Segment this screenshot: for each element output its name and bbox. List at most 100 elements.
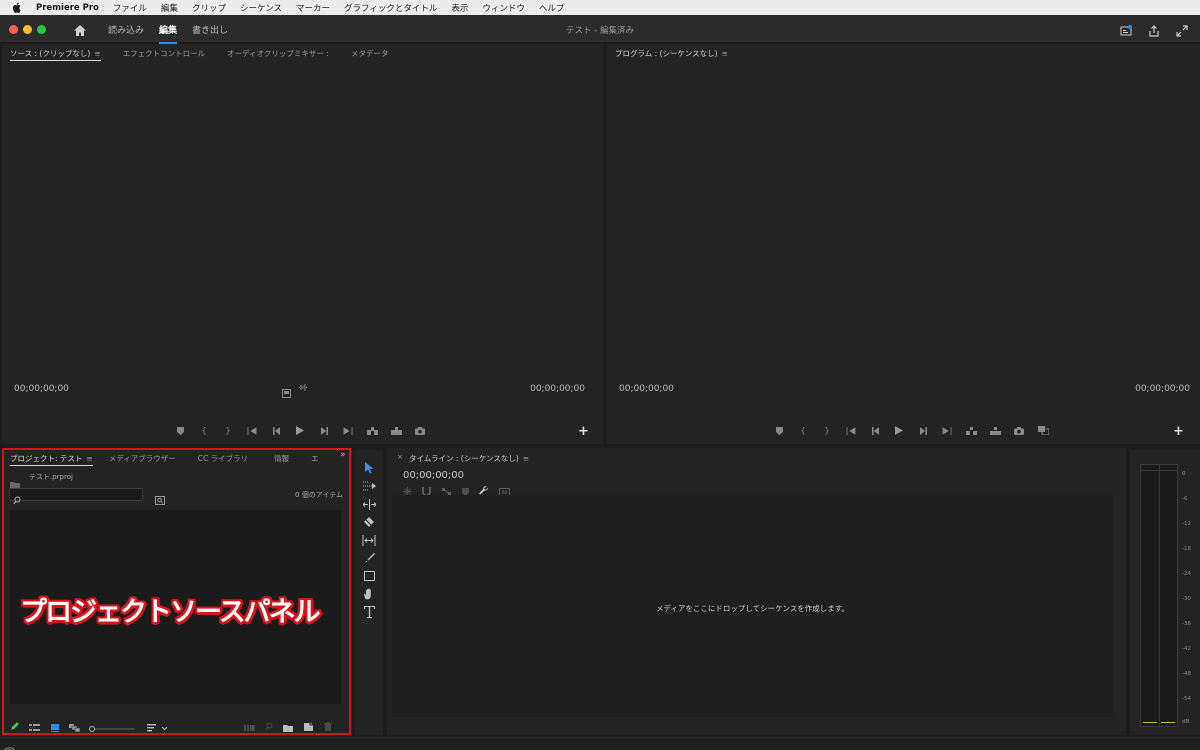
step-forward-icon[interactable] bbox=[312, 426, 336, 435]
go-to-in-icon[interactable] bbox=[839, 426, 863, 435]
type-tool-icon[interactable] bbox=[362, 605, 376, 619]
compare-view-icon[interactable] bbox=[1031, 426, 1055, 435]
export-frame-icon[interactable] bbox=[408, 426, 432, 435]
meter-level-right bbox=[1161, 722, 1175, 723]
audio-meter bbox=[1140, 464, 1178, 727]
ripple-edit-tool-icon[interactable] bbox=[362, 497, 376, 511]
annotation-label: プロジェクトソースパネル bbox=[20, 597, 321, 628]
panel-menu-icon[interactable]: ≡ bbox=[94, 49, 100, 58]
meter-scale-0: 0 bbox=[1182, 471, 1186, 477]
add-marker-icon[interactable] bbox=[168, 426, 192, 435]
tab-program[interactable]: プログラム : (シーケンスなし) ≡ bbox=[615, 48, 728, 60]
program-timecode-current[interactable]: 00;00;00;00 bbox=[619, 384, 674, 394]
list-view-icon[interactable] bbox=[29, 717, 40, 736]
step-back-icon[interactable] bbox=[264, 426, 288, 435]
meter-clip-indicator[interactable] bbox=[1141, 465, 1177, 471]
tab-metadata[interactable]: メタデータ bbox=[351, 48, 389, 60]
item-count: 0 個のアイテム bbox=[295, 491, 343, 499]
zoom-slider[interactable] bbox=[89, 718, 137, 737]
timeline-timecode[interactable]: 00;00;00;00 bbox=[403, 470, 464, 481]
menu-clip[interactable]: クリップ bbox=[192, 2, 226, 14]
rectangle-tool-icon[interactable] bbox=[362, 569, 376, 583]
mark-out-icon[interactable]: } bbox=[216, 426, 240, 435]
icon-view-icon[interactable] bbox=[51, 717, 59, 736]
project-search-input[interactable] bbox=[9, 488, 143, 505]
extract-icon[interactable] bbox=[983, 426, 1007, 435]
tab-audio-clip-mixer[interactable]: オーディオクリップミキサー : bbox=[227, 48, 329, 60]
step-forward-icon[interactable] bbox=[911, 426, 935, 435]
drag-video-icon[interactable] bbox=[282, 383, 291, 402]
new-item-icon[interactable] bbox=[304, 716, 313, 735]
menu-file[interactable]: ファイル bbox=[113, 2, 147, 14]
meter-scale-48: -48 bbox=[1182, 671, 1191, 677]
pen-tool-icon[interactable] bbox=[362, 551, 376, 565]
tab-info[interactable]: 情報 bbox=[274, 453, 289, 465]
source-monitor-panel: ソース : (クリップなし) ≡ エフェクトコントロール オーディオクリップミキサ… bbox=[2, 44, 603, 444]
export-frame-icon[interactable] bbox=[1007, 426, 1031, 435]
tab-project[interactable]: プロジェクト: テスト ≡ bbox=[10, 453, 93, 466]
source-tabs: ソース : (クリップなし) ≡ エフェクトコントロール オーディオクリップミキサ… bbox=[2, 46, 402, 62]
menu-premiere-pro[interactable]: Premiere Pro bbox=[36, 3, 99, 13]
add-marker-icon[interactable] bbox=[767, 426, 791, 435]
menu-graphics[interactable]: グラフィックとタイトル bbox=[344, 2, 437, 14]
menu-view[interactable]: 表示 bbox=[451, 2, 468, 14]
meter-divider bbox=[1159, 465, 1160, 726]
tab-timeline[interactable]: タイムライン : (シーケンスなし) ≡ bbox=[409, 453, 529, 465]
search-icon bbox=[13, 490, 21, 509]
status-bar bbox=[0, 737, 1200, 750]
new-bin-icon[interactable] bbox=[283, 717, 293, 736]
program-transport: { } bbox=[767, 426, 1055, 435]
lift-icon[interactable] bbox=[959, 426, 983, 435]
insert-icon[interactable] bbox=[360, 426, 384, 435]
drag-audio-icon[interactable] bbox=[298, 383, 308, 394]
menu-window[interactable]: ウィンドウ bbox=[482, 2, 525, 14]
freeform-view-icon[interactable] bbox=[69, 717, 81, 736]
source-button-editor-icon[interactable]: + bbox=[578, 424, 589, 439]
tab-source[interactable]: ソース : (クリップなし) ≡ bbox=[10, 48, 101, 61]
menu-help[interactable]: ヘルプ bbox=[539, 2, 565, 14]
play-icon[interactable] bbox=[288, 426, 312, 435]
program-monitor-panel: プログラム : (シーケンスなし) ≡ 00;00;00;00 00;00;00;… bbox=[607, 44, 1200, 444]
new-search-bin-icon[interactable] bbox=[155, 490, 165, 509]
quick-export-icon[interactable] bbox=[1120, 22, 1132, 41]
meter-scale-12: -12 bbox=[1182, 521, 1191, 527]
fullscreen-icon[interactable] bbox=[1176, 22, 1188, 41]
sort-icon[interactable] bbox=[147, 717, 169, 736]
tab-effect-controls[interactable]: エフェクトコントロール bbox=[123, 48, 206, 60]
slip-tool-icon[interactable] bbox=[362, 533, 376, 547]
go-to-out-icon[interactable] bbox=[336, 426, 360, 435]
panel-menu-icon[interactable]: ≡ bbox=[523, 454, 529, 463]
share-icon[interactable] bbox=[1148, 22, 1160, 41]
track-select-tool-icon[interactable] bbox=[362, 479, 376, 493]
go-to-out-icon[interactable] bbox=[935, 426, 959, 435]
more-tabs-icon[interactable]: » bbox=[340, 450, 346, 460]
play-icon[interactable] bbox=[887, 426, 911, 435]
overwrite-icon[interactable] bbox=[384, 426, 408, 435]
mark-out-icon[interactable]: } bbox=[815, 426, 839, 435]
meter-scale-24: -24 bbox=[1182, 571, 1191, 577]
panel-menu-icon[interactable]: ≡ bbox=[86, 454, 92, 463]
menu-edit[interactable]: 編集 bbox=[161, 2, 178, 14]
mac-menubar: Premiere Pro ファイル 編集 クリップ シーケンス マーカー グラフ… bbox=[0, 0, 1200, 15]
mark-in-icon[interactable]: { bbox=[192, 426, 216, 435]
tab-cc-libraries[interactable]: CC ライブラリ bbox=[198, 453, 248, 465]
menu-marker[interactable]: マーカー bbox=[296, 2, 330, 14]
tab-effects[interactable]: エ bbox=[311, 453, 319, 465]
go-to-in-icon[interactable] bbox=[240, 426, 264, 435]
write-protect-icon[interactable] bbox=[10, 716, 19, 735]
menu-sequence[interactable]: シーケンス bbox=[240, 2, 282, 14]
selection-tool-icon[interactable] bbox=[362, 461, 376, 475]
find-icon bbox=[265, 716, 273, 735]
apple-icon[interactable] bbox=[12, 2, 24, 13]
hand-tool-icon[interactable] bbox=[362, 587, 376, 601]
razor-tool-icon[interactable] bbox=[362, 515, 376, 529]
tab-media-browser[interactable]: メディアブラウザー bbox=[109, 453, 176, 465]
source-timecode-duration: 00;00;00;00 bbox=[530, 384, 585, 394]
source-timecode-current[interactable]: 00;00;00;00 bbox=[14, 384, 69, 394]
panel-menu-icon[interactable]: ≡ bbox=[722, 49, 728, 58]
program-button-editor-icon[interactable]: + bbox=[1173, 424, 1184, 439]
mark-in-icon[interactable]: { bbox=[791, 426, 815, 435]
creative-cloud-icon[interactable] bbox=[4, 740, 15, 750]
step-back-icon[interactable] bbox=[863, 426, 887, 435]
source-transport: { } bbox=[168, 426, 432, 435]
